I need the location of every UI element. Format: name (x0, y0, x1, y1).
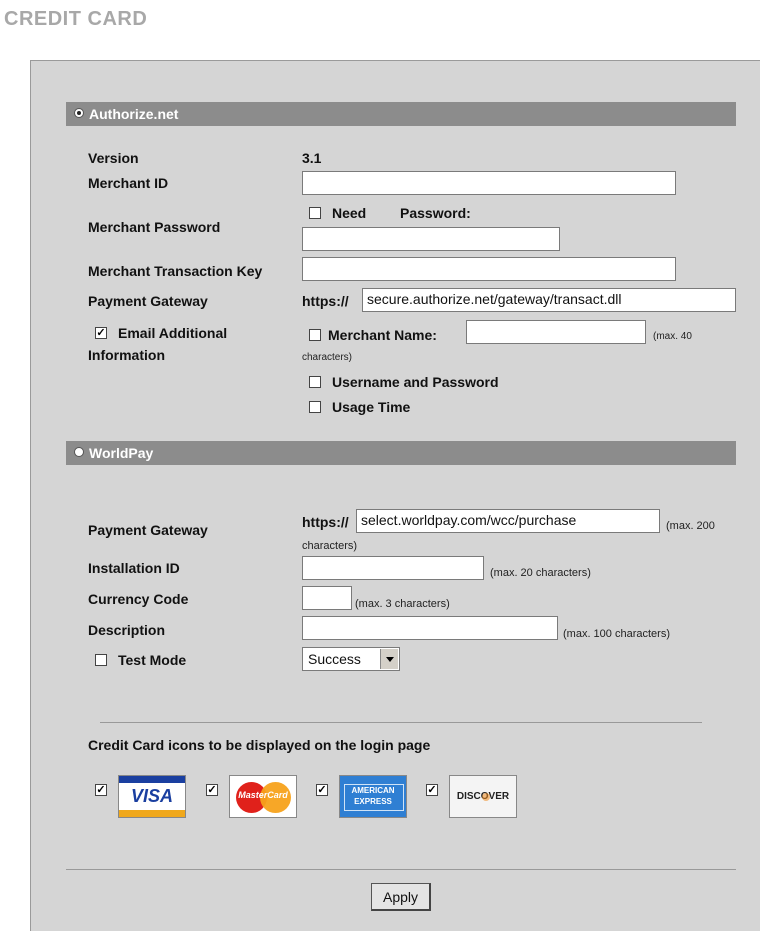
merchant-name-hint: (max. 40 (653, 331, 692, 342)
test-mode-checkbox[interactable] (95, 654, 107, 666)
description-label: Description (88, 622, 166, 638)
wp-gateway-hint-line2: characters) (302, 540, 358, 552)
auth-gateway-prefix: https:// (302, 293, 349, 309)
currency-label: Currency Code (88, 591, 189, 607)
discover-logo: DISCOVER (449, 775, 517, 818)
password-label: Password: (400, 205, 471, 221)
email-info-checkbox[interactable]: ✓ (95, 327, 107, 339)
merchant-password-input[interactable] (302, 227, 560, 251)
authorize-section-header[interactable]: Authorize.net (66, 102, 736, 126)
discover-checkbox[interactable]: ✓ (426, 784, 438, 796)
worldpay-section-label: WorldPay (89, 445, 154, 461)
currency-hint: (max. 3 characters) (355, 598, 450, 610)
merchant-name-input[interactable] (466, 320, 646, 344)
page-title: CREDIT CARD (4, 8, 148, 30)
description-input[interactable] (302, 616, 558, 640)
authorize-section-label: Authorize.net (89, 106, 179, 122)
email-info-label: Email Additional (118, 325, 228, 341)
test-mode-select-value: Success (308, 651, 361, 667)
version-value: 3.1 (302, 150, 322, 166)
worldpay-radio[interactable] (74, 447, 84, 457)
usage-time-checkbox[interactable] (309, 401, 321, 413)
merchant-password-label: Merchant Password (88, 219, 221, 235)
username-password-label: Username and Password (332, 374, 499, 390)
transaction-key-label: Merchant Transaction Key (88, 263, 263, 279)
amex-text-1: AMERICAN (351, 786, 395, 795)
footer-divider (66, 869, 736, 870)
currency-input[interactable] (302, 586, 352, 610)
need-password-checkbox[interactable] (309, 207, 321, 219)
visa-checkbox[interactable]: ✓ (95, 784, 107, 796)
card-icons-heading: Credit Card icons to be displayed on the… (88, 737, 431, 753)
visa-logo: VISA (118, 775, 186, 818)
need-label: Need (332, 205, 367, 221)
merchant-id-label: Merchant ID (88, 175, 169, 191)
merchant-name-label: Merchant Name: (328, 327, 437, 343)
visa-text: VISA (130, 786, 173, 806)
wp-gateway-input[interactable]: select.worldpay.com/wcc/purchase (356, 509, 660, 533)
auth-gateway-label: Payment Gateway (88, 293, 208, 309)
wp-gateway-label: Payment Gateway (88, 522, 208, 538)
merchant-name-checkbox[interactable] (309, 329, 321, 341)
transaction-key-input[interactable] (302, 257, 676, 281)
username-password-checkbox[interactable] (309, 376, 321, 388)
mastercard-logo: MasterCard (229, 775, 297, 818)
installation-input[interactable] (302, 556, 484, 580)
email-info-label-line2: Information (88, 347, 165, 363)
merchant-name-hint-line2: characters) (302, 352, 353, 363)
apply-button[interactable]: Apply (371, 883, 431, 911)
section-divider (100, 722, 702, 723)
amex-logo: AMERICAN EXPRESS (339, 775, 407, 818)
wp-gateway-prefix: https:// (302, 514, 349, 530)
authorize-radio[interactable] (74, 108, 84, 118)
installation-hint: (max. 20 characters) (490, 567, 591, 579)
version-label: Version (88, 150, 139, 166)
merchant-id-input[interactable] (302, 171, 676, 195)
usage-time-label: Usage Time (332, 399, 411, 415)
amex-text-2: EXPRESS (354, 797, 392, 806)
mastercard-text: MasterCard (238, 790, 288, 800)
test-mode-label: Test Mode (118, 652, 187, 668)
chevron-down-icon[interactable] (380, 649, 398, 669)
wp-gateway-hint: (max. 200 (666, 520, 715, 532)
auth-gateway-input[interactable]: secure.authorize.net/gateway/transact.dl… (362, 288, 736, 312)
mastercard-checkbox[interactable]: ✓ (206, 784, 218, 796)
installation-label: Installation ID (88, 560, 180, 576)
description-hint: (max. 100 characters) (563, 628, 670, 640)
worldpay-section-header[interactable]: WorldPay (66, 441, 736, 465)
test-mode-select[interactable]: Success (302, 647, 400, 671)
amex-checkbox[interactable]: ✓ (316, 784, 328, 796)
